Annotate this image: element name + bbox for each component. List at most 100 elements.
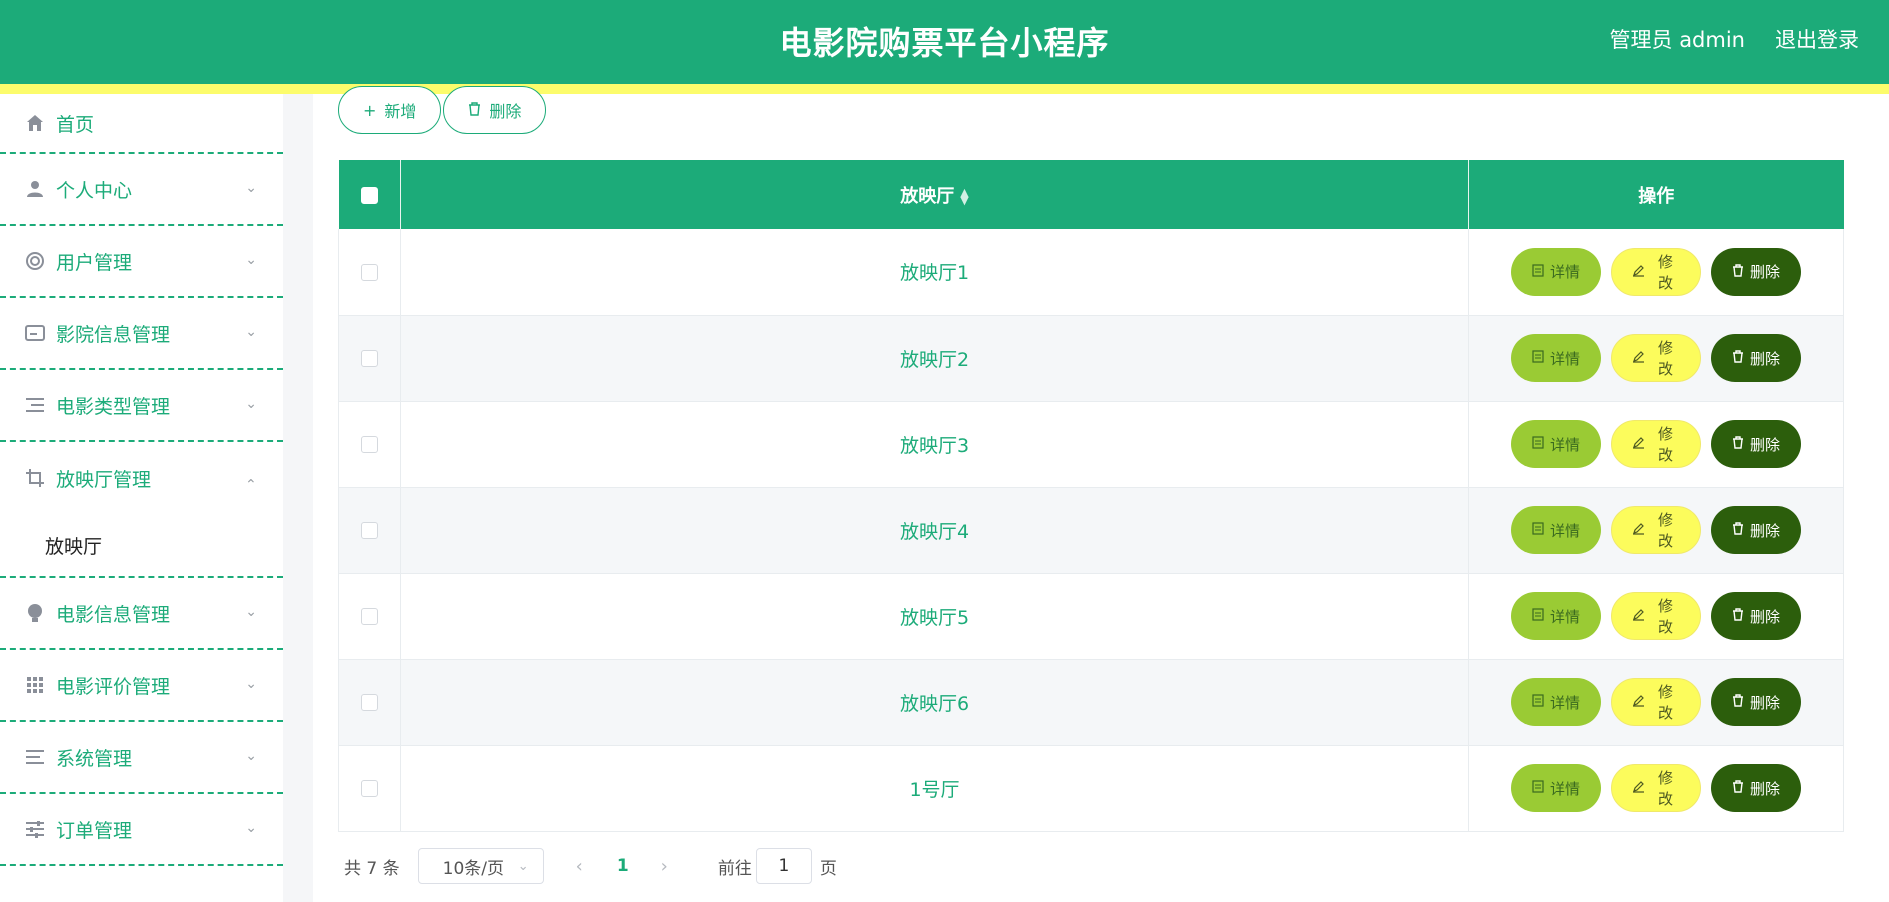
sidebar-item-label: 影院信息管理 xyxy=(56,323,171,346)
sidebar-subitem-hall[interactable]: 放映厅 xyxy=(0,514,283,578)
table-row: 放映厅1 详情 修改 删除 xyxy=(338,229,1844,316)
sidebar-item-label: 个人中心 xyxy=(56,179,133,202)
sidebar-subitem-label: 放映厅 xyxy=(45,535,103,558)
trash-icon xyxy=(1732,521,1744,539)
sidebar-item-movie-info[interactable]: 电影信息管理 ⌄ xyxy=(0,578,283,650)
row-checkbox[interactable] xyxy=(361,350,378,367)
row-select-cell xyxy=(338,659,401,746)
detail-button[interactable]: 详情 xyxy=(1511,506,1601,554)
delete-label: 删除 xyxy=(1749,435,1780,454)
edit-label: 修改 xyxy=(1657,683,1673,722)
row-select-cell xyxy=(338,229,401,316)
sidebar-item-movie-types[interactable]: 电影类型管理 ⌄ xyxy=(0,370,283,442)
detail-button[interactable]: 详情 xyxy=(1511,334,1601,382)
column-header-actions: 操作 xyxy=(1468,160,1844,229)
goto-page-input[interactable] xyxy=(755,848,812,884)
delete-button[interactable]: 删除 xyxy=(1711,334,1801,382)
edit-button[interactable]: 修改 xyxy=(1611,678,1701,726)
document-icon xyxy=(1532,263,1544,281)
detail-button[interactable]: 详情 xyxy=(1511,592,1601,640)
column-header-hall[interactable]: 放映厅 ▲ ▼ xyxy=(400,160,1469,229)
edit-button[interactable]: 修改 xyxy=(1611,764,1701,812)
delete-button[interactable]: 删除 xyxy=(1711,678,1801,726)
select-all-cell xyxy=(338,160,401,229)
row-checkbox[interactable] xyxy=(361,522,378,539)
pencil-icon xyxy=(1632,349,1645,367)
add-button[interactable]: + 新增 xyxy=(338,86,442,134)
actions-cell: 详情 修改 删除 xyxy=(1468,573,1844,660)
sidebar-item-reviews[interactable]: 电影评价管理 ⌄ xyxy=(0,650,283,722)
trash-icon xyxy=(1732,349,1744,367)
actions-cell: 详情 修改 删除 xyxy=(1468,659,1844,746)
next-page-button[interactable]: › xyxy=(661,856,668,877)
row-checkbox[interactable] xyxy=(361,780,378,797)
edit-label: 修改 xyxy=(1657,511,1673,550)
delete-button[interactable]: 删除 xyxy=(1711,764,1801,812)
edit-button[interactable]: 修改 xyxy=(1611,334,1701,382)
delete-button[interactable]: 删除 xyxy=(1711,506,1801,554)
detail-label: 详情 xyxy=(1549,607,1580,626)
actions-cell: 详情 修改 删除 xyxy=(1468,401,1844,488)
table-row: 放映厅2 详情 修改 删除 xyxy=(338,315,1844,402)
delete-label: 删除 xyxy=(1749,607,1780,626)
hall-name-cell: 放映厅1 xyxy=(400,229,1469,316)
sidebar-item-halls[interactable]: 放映厅管理 ⌄ xyxy=(0,442,283,514)
delete-button[interactable]: 删除 xyxy=(1711,592,1801,640)
edit-label: 修改 xyxy=(1657,252,1673,292)
detail-button[interactable]: 详情 xyxy=(1511,420,1601,468)
row-checkbox[interactable] xyxy=(361,608,378,625)
detail-button[interactable]: 详情 xyxy=(1511,247,1601,296)
row-checkbox[interactable] xyxy=(361,436,378,453)
delete-button[interactable]: 删除 xyxy=(1711,247,1801,296)
delete-label: 删除 xyxy=(1749,521,1780,540)
edit-button[interactable]: 修改 xyxy=(1611,506,1701,554)
edit-button[interactable]: 修改 xyxy=(1611,420,1701,468)
edit-button[interactable]: 修改 xyxy=(1611,247,1701,296)
pencil-icon xyxy=(1632,435,1645,453)
edit-button[interactable]: 修改 xyxy=(1611,592,1701,640)
goto-suffix: 页 xyxy=(819,858,837,879)
sidebar-item-label: 系统管理 xyxy=(56,747,133,770)
goto-label: 前往 xyxy=(717,858,752,879)
document-icon xyxy=(1532,693,1544,711)
row-select-cell xyxy=(338,573,401,660)
sidebar-item-home[interactable]: 首页 xyxy=(0,94,283,154)
page-number-current[interactable]: 1 xyxy=(617,856,629,876)
sidebar-item-users[interactable]: 用户管理 ⌄ xyxy=(0,226,283,298)
batch-delete-button[interactable]: 删除 xyxy=(443,86,547,134)
detail-button[interactable]: 详情 xyxy=(1511,678,1601,726)
column-header-label: 放映厅 xyxy=(900,185,955,207)
bulb-icon xyxy=(24,602,46,624)
pencil-icon xyxy=(1632,693,1645,711)
pagination: 共 7 条 10条/页 ⌄ ‹ 1 › 前往 页 xyxy=(344,848,837,884)
sidebar-item-profile[interactable]: 个人中心 ⌄ xyxy=(0,154,283,226)
batch-delete-label: 删除 xyxy=(489,102,522,121)
prev-page-button[interactable]: ‹ xyxy=(576,856,583,877)
sidebar-item-cinema-info[interactable]: 影院信息管理 ⌄ xyxy=(0,298,283,370)
delete-button[interactable]: 删除 xyxy=(1711,420,1801,468)
sidebar-item-orders[interactable]: 订单管理 ⌄ xyxy=(0,794,283,866)
sliders-icon xyxy=(24,818,46,840)
table-row: 放映厅6 详情 修改 删除 xyxy=(338,659,1844,746)
detail-label: 详情 xyxy=(1549,349,1580,368)
row-checkbox[interactable] xyxy=(361,263,378,281)
detail-label: 详情 xyxy=(1549,435,1580,454)
hall-name-cell: 放映厅2 xyxy=(400,315,1469,402)
grid-icon xyxy=(24,674,46,696)
edit-label: 修改 xyxy=(1657,769,1673,808)
detail-button[interactable]: 详情 xyxy=(1511,764,1601,812)
chevron-up-icon: ⌄ xyxy=(245,474,257,491)
page-size-select[interactable]: 10条/页 ⌄ xyxy=(417,848,544,884)
sort-icon[interactable]: ▲ ▼ xyxy=(960,187,968,206)
logout-link[interactable]: 退出登录 xyxy=(1775,24,1859,54)
plus-icon: + xyxy=(363,100,377,120)
document-icon xyxy=(1532,435,1544,453)
select-all-checkbox[interactable] xyxy=(360,186,378,204)
hall-name-cell: 放映厅5 xyxy=(400,573,1469,660)
table-row: 1号厅 详情 修改 删除 xyxy=(338,745,1844,832)
detail-label: 详情 xyxy=(1549,779,1580,798)
chevron-down-icon: ⌄ xyxy=(245,180,257,197)
sidebar-item-system[interactable]: 系统管理 ⌄ xyxy=(0,722,283,794)
row-checkbox[interactable] xyxy=(361,694,378,711)
app-header: 电影院购票平台小程序 管理员 admin 退出登录 xyxy=(0,0,1889,84)
